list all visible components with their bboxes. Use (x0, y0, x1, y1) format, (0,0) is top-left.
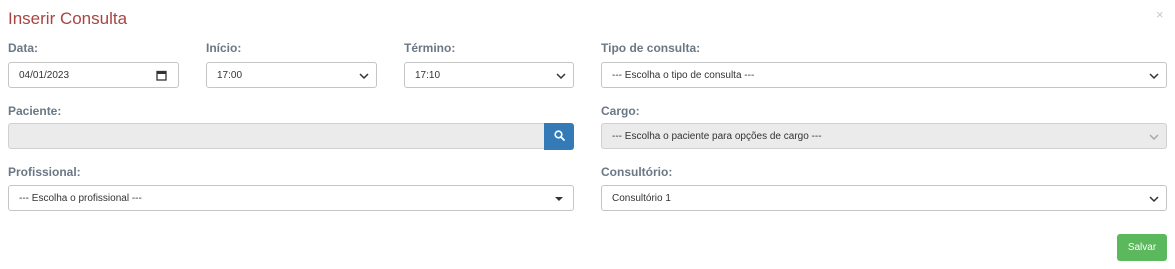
start-time-select[interactable]: 17:00 (206, 62, 377, 88)
chevron-down-icon (359, 71, 369, 81)
start-time-value: 17:00 (217, 69, 243, 81)
patient-label: Paciente: (8, 104, 62, 118)
chevron-down-icon (1149, 194, 1159, 204)
professional-label: Profissional: (8, 165, 81, 179)
role-value: --- Escolha o paciente para opções de ca… (612, 130, 822, 142)
appointment-type-value: --- Escolha o tipo de consulta --- (612, 69, 755, 81)
role-label: Cargo: (601, 104, 640, 118)
patient-search-button[interactable] (544, 123, 574, 150)
date-input[interactable]: 04/01/2023 (8, 62, 179, 88)
start-time-label: Início: (206, 41, 242, 55)
office-value: Consultório 1 (612, 192, 671, 204)
chevron-down-icon (1149, 71, 1159, 81)
patient-input[interactable] (8, 123, 545, 149)
office-label: Consultório: (601, 165, 673, 179)
appointment-type-select[interactable]: --- Escolha o tipo de consulta --- (601, 62, 1167, 88)
close-icon[interactable]: × (1156, 8, 1164, 21)
office-select[interactable]: Consultório 1 (601, 185, 1167, 211)
calendar-icon[interactable] (156, 70, 167, 81)
caret-down-icon (555, 197, 563, 201)
date-value: 04/01/2023 (19, 69, 70, 81)
end-time-select[interactable]: 17:10 (404, 62, 574, 88)
end-time-label: Término: (404, 41, 456, 55)
modal-title: Inserir Consulta (8, 9, 128, 28)
role-select[interactable]: --- Escolha o paciente para opções de ca… (601, 123, 1167, 149)
search-icon (553, 128, 565, 146)
insert-appointment-modal: Inserir Consulta × Data: Início: Término… (0, 0, 1175, 269)
save-button[interactable]: Salvar (1117, 234, 1167, 261)
end-time-value: 17:10 (415, 69, 441, 81)
professional-select[interactable]: --- Escolha o profissional --- (8, 185, 574, 211)
appointment-type-label: Tipo de consulta: (601, 41, 701, 55)
professional-value: --- Escolha o profissional --- (19, 192, 142, 204)
date-label: Data: (8, 41, 39, 55)
chevron-down-icon (556, 71, 566, 81)
chevron-down-icon (1149, 132, 1159, 142)
